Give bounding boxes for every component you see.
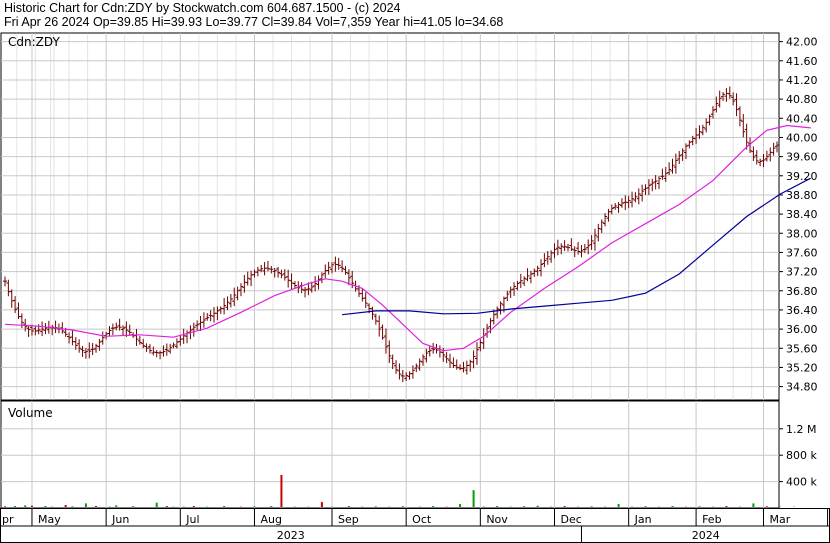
x-tick-label: Jan [634, 513, 652, 526]
y-tick-label: 42.00 [786, 36, 818, 49]
y-tick-label: 38.80 [786, 189, 818, 202]
volume-y-tick-label: 800 k [786, 449, 817, 462]
x-tick-label: Sep [338, 513, 359, 526]
y-tick-label: 40.40 [786, 112, 818, 125]
volume-y-tick-label: 1.2 M [786, 423, 816, 436]
volume-pane-frame [0, 400, 780, 509]
x-tick-label: Dec [561, 513, 582, 526]
x-tick-label: Aug [260, 513, 281, 526]
x-tick-label: May [38, 513, 61, 526]
y-tick-label: 37.60 [786, 246, 818, 259]
x-tick-label: Nov [486, 513, 508, 526]
volume-y-tick-label: 400 k [786, 476, 817, 489]
y-tick-label: 39.20 [786, 170, 818, 183]
y-tick-label: 36.40 [786, 304, 818, 317]
x-tick-label: Feb [702, 513, 721, 526]
price-pane-frame [0, 32, 780, 401]
y-tick-label: 39.60 [786, 151, 818, 164]
y-tick-label: 36.80 [786, 285, 818, 298]
year-label: 2023 [277, 529, 305, 542]
y-tick-label: 37.20 [786, 266, 818, 279]
x-tick-label: Mar [770, 513, 791, 526]
x-tick-label: Oct [412, 513, 432, 526]
year-label: 2024 [692, 529, 720, 542]
y-tick-label: 34.80 [786, 381, 818, 394]
y-tick-label: 40.00 [786, 131, 818, 144]
price-pane-title: Cdn:ZDY [8, 35, 60, 49]
y-tick-label: 35.20 [786, 361, 818, 374]
y-tick-label: 35.60 [786, 342, 818, 355]
x-tick-label: Jun [111, 513, 129, 526]
y-tick-label: 40.80 [786, 93, 818, 106]
x-tick-label: pr [2, 513, 14, 526]
y-tick-label: 36.00 [786, 323, 818, 336]
y-tick-label: 41.60 [786, 55, 818, 68]
y-tick-label: 41.20 [786, 74, 818, 87]
chart-svg: 42.00 41.60 41.20 40.80 40.40 40.00 39.60 39.20… [0, 32, 830, 543]
y-tick-label: 38.00 [786, 227, 818, 240]
x-tick-label: Jul [185, 513, 199, 526]
stock-chart: Historic Chart for Cdn:ZDY by Stockwatch… [0, 0, 830, 543]
y-tick-label: 38.40 [786, 208, 818, 221]
volume-pane-title: Volume [8, 406, 53, 420]
